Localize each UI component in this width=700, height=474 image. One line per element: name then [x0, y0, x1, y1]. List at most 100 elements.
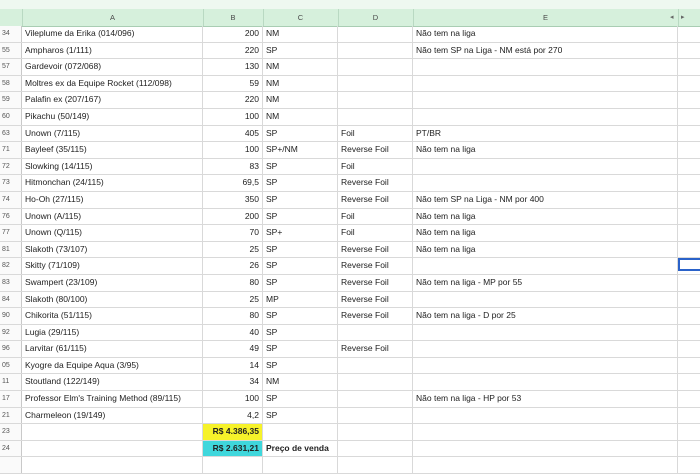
row-number[interactable]: 92	[0, 324, 22, 341]
cell-condition[interactable]: SP	[263, 175, 338, 191]
column-header-a[interactable]: A	[22, 9, 204, 26]
cell-finish[interactable]	[338, 108, 413, 125]
cell-card-name[interactable]: Chikorita (51/115)	[22, 308, 203, 324]
cell-finish[interactable]: Foil	[338, 225, 413, 241]
cell-value[interactable]: 4,2	[203, 407, 263, 424]
cell-finish[interactable]: Reverse Foil	[338, 258, 413, 274]
cell-condition[interactable]: SP	[263, 241, 338, 258]
row-number[interactable]: 72	[0, 158, 22, 175]
cell-value[interactable]: 25	[203, 291, 263, 308]
row-number[interactable]: 60	[0, 108, 22, 125]
cell-condition[interactable]: SP	[263, 258, 338, 274]
cell-value[interactable]: 130	[203, 59, 263, 75]
cell-notes[interactable]	[413, 291, 678, 308]
cell-notes[interactable]: Não tem SP na Liga - NM por 400	[413, 191, 678, 208]
cell-finish[interactable]	[338, 92, 413, 108]
cell-condition[interactable]: NM	[263, 59, 338, 75]
cell-card-name[interactable]: Swampert (23/109)	[22, 274, 203, 291]
cell-card-name[interactable]: Pikachu (50/149)	[22, 108, 203, 125]
cell-notes[interactable]: Não tem na liga	[413, 142, 678, 158]
cell-finish[interactable]	[338, 59, 413, 75]
cell-card-name[interactable]: Lugia (29/115)	[22, 324, 203, 341]
row-number[interactable]: 90	[0, 308, 22, 324]
cell-notes[interactable]: Não tem na liga - D por 25	[413, 308, 678, 324]
cell-condition[interactable]: SP	[263, 191, 338, 208]
cell-notes[interactable]	[413, 158, 678, 175]
cell-notes[interactable]	[413, 75, 678, 92]
cell-card-name[interactable]: Ampharos (1/111)	[22, 42, 203, 59]
cell-finish[interactable]: Reverse Foil	[338, 142, 413, 158]
cell-card-name[interactable]: Kyogre da Equipe Aqua (3/95)	[22, 357, 203, 374]
cell-notes[interactable]	[413, 324, 678, 341]
cell-value[interactable]: 220	[203, 92, 263, 108]
cell-card-name[interactable]: Gardevoir (072/068)	[22, 59, 203, 75]
cell-empty[interactable]	[0, 457, 22, 474]
cell-notes[interactable]	[413, 341, 678, 357]
row-number[interactable]: 21	[0, 407, 22, 424]
row-number[interactable]: 58	[0, 75, 22, 92]
cell-notes[interactable]	[413, 407, 678, 424]
cell-finish[interactable]: Reverse Foil	[338, 291, 413, 308]
row-number[interactable]: 73	[0, 175, 22, 191]
cell-card-name[interactable]: Vileplume da Erika (014/096)	[22, 26, 203, 42]
cell-value[interactable]: 80	[203, 308, 263, 324]
cell-finish[interactable]	[338, 391, 413, 407]
cell-finish[interactable]: Reverse Foil	[338, 308, 413, 324]
cell-empty[interactable]	[22, 457, 203, 474]
cell-notes[interactable]	[413, 108, 678, 125]
cell-condition[interactable]: SP	[263, 158, 338, 175]
cell-condition[interactable]: SP	[263, 42, 338, 59]
cell-value[interactable]: 14	[203, 357, 263, 374]
row-number[interactable]: 82	[0, 258, 22, 274]
cell-finish[interactable]: Reverse Foil	[338, 191, 413, 208]
cell-notes[interactable]	[413, 59, 678, 75]
cell-value[interactable]: 83	[203, 158, 263, 175]
column-header-c[interactable]: C	[263, 9, 339, 26]
cell-notes[interactable]: Não tem SP na Liga - NM está por 270	[413, 42, 678, 59]
cell-empty[interactable]	[413, 440, 678, 457]
cell-condition[interactable]: SP	[263, 125, 338, 142]
cell-notes[interactable]	[413, 175, 678, 191]
cell-finish[interactable]	[338, 75, 413, 92]
cell-finish[interactable]	[338, 374, 413, 391]
cell-card-name[interactable]: Slowking (14/115)	[22, 158, 203, 175]
cell-notes[interactable]	[413, 357, 678, 374]
cell-condition[interactable]: MP	[263, 291, 338, 308]
cell-condition[interactable]: SP	[263, 308, 338, 324]
cell-value[interactable]: 25	[203, 241, 263, 258]
cell-empty[interactable]	[338, 440, 413, 457]
row-number[interactable]: 24	[0, 440, 22, 457]
row-number[interactable]: 63	[0, 125, 22, 142]
cell-notes[interactable]: Não tem na liga	[413, 26, 678, 42]
cell-empty[interactable]	[338, 457, 413, 474]
scroll-right-icon[interactable]: ▸	[681, 13, 685, 21]
cell-value[interactable]: 70	[203, 225, 263, 241]
cell-value[interactable]: 100	[203, 108, 263, 125]
column-header-b[interactable]: B	[203, 9, 264, 26]
column-header-e[interactable]: E	[413, 9, 679, 26]
cell-value[interactable]: 34	[203, 374, 263, 391]
scroll-left-icon[interactable]: ◂	[670, 13, 674, 21]
cell-condition[interactable]: NM	[263, 26, 338, 42]
cell-empty[interactable]	[263, 457, 338, 474]
cell-value[interactable]: 59	[203, 75, 263, 92]
cell-finish[interactable]	[338, 42, 413, 59]
cell-condition[interactable]: SP	[263, 357, 338, 374]
cell-card-name[interactable]: Unown (7/115)	[22, 125, 203, 142]
cell-condition[interactable]: SP	[263, 208, 338, 225]
cell-condition[interactable]: SP	[263, 274, 338, 291]
cell-card-name[interactable]: Unown (Q/115)	[22, 225, 203, 241]
cell-card-name[interactable]: Larvitar (61/115)	[22, 341, 203, 357]
cell-finish[interactable]: Reverse Foil	[338, 341, 413, 357]
cell-value[interactable]: 100	[203, 391, 263, 407]
row-number[interactable]: 77	[0, 225, 22, 241]
corner-cell[interactable]	[0, 9, 23, 26]
cell-notes[interactable]: Não tem na liga	[413, 208, 678, 225]
row-number[interactable]: 96	[0, 341, 22, 357]
cell-card-name[interactable]: Unown (A/115)	[22, 208, 203, 225]
row-number[interactable]: 83	[0, 274, 22, 291]
cell-card-name[interactable]: Skitty (71/109)	[22, 258, 203, 274]
sale-value-cell[interactable]: R$ 2.631,21	[203, 440, 263, 457]
cell-card-name[interactable]: Charmeleon (19/149)	[22, 407, 203, 424]
cell-value[interactable]: 80	[203, 274, 263, 291]
